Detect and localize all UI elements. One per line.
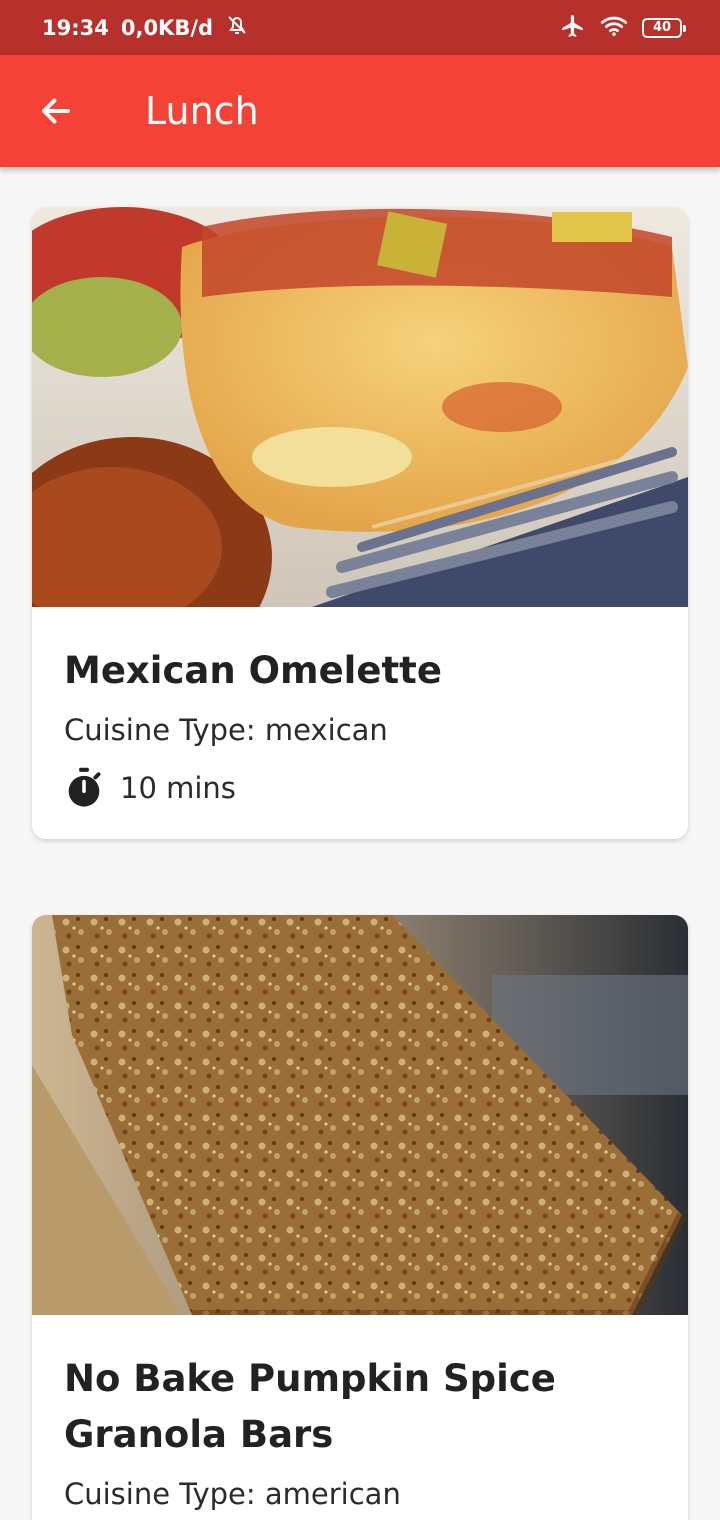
- recipe-card[interactable]: Mexican Omelette Cuisine Type: mexican 1…: [32, 207, 688, 839]
- recipe-title: Mexican Omelette: [64, 649, 442, 692]
- battery-level: 40: [652, 20, 672, 35]
- status-time: 19:34: [42, 15, 109, 40]
- recipe-time-label: 10 mins: [120, 771, 236, 805]
- granola-bar-photo: [32, 915, 688, 1315]
- wifi-icon: [600, 14, 628, 42]
- recipe-card[interactable]: No Bake Pumpkin Spice Granola Bars Cuisi…: [32, 915, 688, 1520]
- status-bar: 19:34 0,0KB/d 40: [0, 0, 720, 55]
- omelette-photo: [32, 207, 688, 607]
- timer-icon: [68, 767, 101, 807]
- app-bar: Lunch: [0, 55, 720, 167]
- alarm-off-icon: [225, 13, 249, 42]
- arrow-left-icon: [42, 98, 70, 124]
- recipe-list: Mexican Omelette Cuisine Type: mexican 1…: [0, 167, 720, 1520]
- page-title: Lunch: [145, 89, 259, 133]
- recipe-cuisine: Cuisine Type: mexican: [64, 713, 388, 747]
- recipe-cuisine: Cuisine Type: american: [64, 1477, 401, 1511]
- battery-icon: 40: [642, 17, 686, 38]
- airplane-icon: [560, 13, 586, 43]
- back-button[interactable]: [0, 55, 112, 167]
- recipe-time: 10 mins: [64, 767, 656, 809]
- network-speed: 0,0KB/d: [120, 15, 214, 40]
- recipe-title: No Bake Pumpkin Spice Granola Bars: [64, 1357, 556, 1456]
